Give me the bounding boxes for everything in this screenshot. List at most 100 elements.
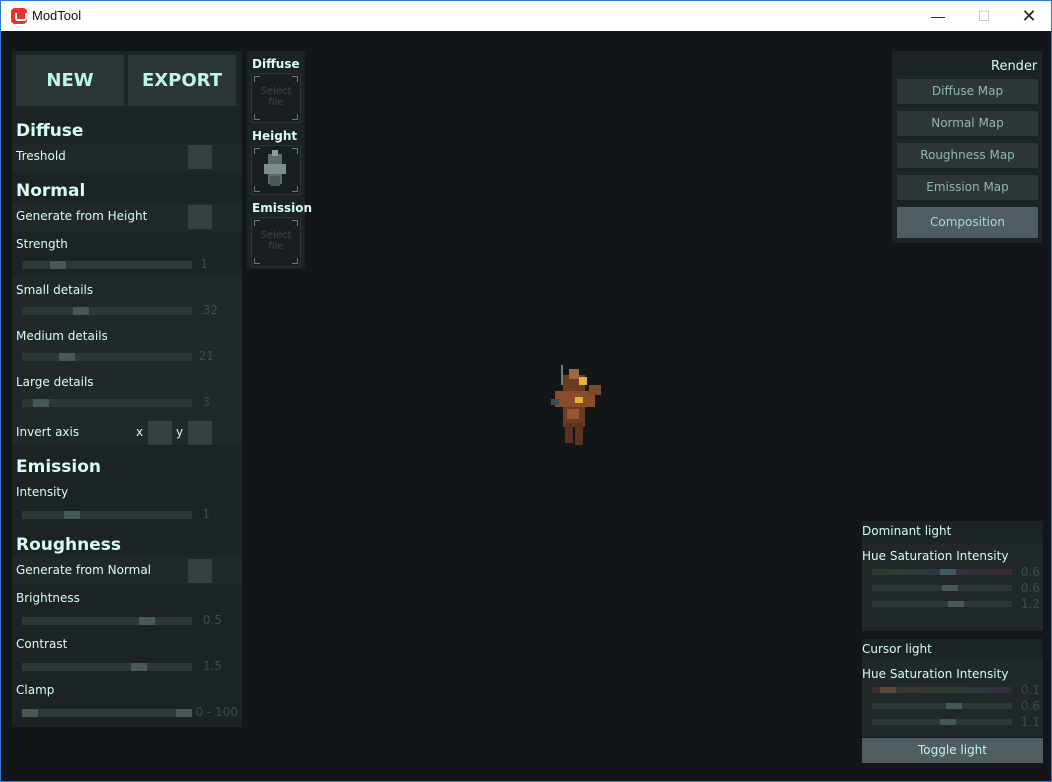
corner-mark — [292, 220, 298, 226]
corner-mark — [254, 186, 260, 192]
dominant-light-columns: Hue Saturation Intensity — [862, 549, 1009, 563]
clamp-low-thumb[interactable] — [22, 709, 38, 717]
maximize-button[interactable]: ☐ — [961, 1, 1007, 32]
dominant-saturation-value: 0.6 — [1020, 581, 1040, 595]
clamp-slider[interactable] — [22, 709, 192, 717]
contrast-label: Contrast — [16, 637, 68, 651]
medium-details-row: Medium details 21 — [12, 323, 242, 369]
clamp-high-thumb[interactable] — [176, 709, 192, 717]
emission-map-slot[interactable]: Select file — [251, 217, 301, 267]
dominant-hue-value: 0.6 — [1020, 565, 1040, 579]
cursor-light-title: Cursor light — [862, 642, 932, 656]
corner-mark — [292, 76, 298, 82]
small-details-slider-thumb[interactable] — [73, 307, 89, 315]
settings-panel: NEW EXPORT Diffuse Treshold Normal Gener… — [12, 51, 242, 727]
cursor-light-body: Hue Saturation Intensity 0.1 0.6 1.1 — [862, 661, 1043, 737]
brightness-slider-thumb[interactable] — [139, 617, 155, 625]
corner-mark — [254, 258, 260, 264]
clamp-label: Clamp — [16, 683, 55, 697]
large-details-slider[interactable] — [22, 399, 192, 407]
invert-y-label: y — [176, 425, 184, 439]
medium-details-label: Medium details — [16, 329, 108, 343]
minimize-button[interactable]: — — [915, 1, 961, 32]
toggle-light-button[interactable]: Toggle light — [862, 738, 1043, 763]
clamp-row: Clamp 0 - 100 — [12, 677, 242, 723]
emission-map-button[interactable]: Emission Map — [897, 175, 1038, 200]
emission-map-placeholder: Select file — [260, 230, 292, 252]
roughness-map-button[interactable]: Roughness Map — [897, 143, 1038, 168]
sprite-preview — [551, 365, 601, 445]
intensity-row: Intensity 1 — [12, 479, 242, 525]
cursor-intensity-slider[interactable] — [872, 719, 1012, 725]
cursor-light-panel: Cursor light Hue Saturation Intensity 0.… — [862, 639, 1043, 737]
medium-details-value: 21 — [198, 349, 214, 363]
cursor-hue-thumb[interactable] — [880, 687, 896, 693]
close-button[interactable]: ✕ — [1006, 1, 1052, 32]
cursor-saturation-thumb[interactable] — [946, 703, 962, 709]
dominant-hue-slider[interactable] — [872, 569, 1012, 575]
new-button[interactable]: NEW — [16, 55, 124, 106]
normal-map-button[interactable]: Normal Map — [897, 111, 1038, 136]
dominant-intensity-thumb[interactable] — [948, 601, 964, 607]
corner-mark — [292, 148, 298, 154]
generate-from-normal-label: Generate from Normal — [16, 563, 152, 577]
cursor-intensity-thumb[interactable] — [940, 719, 956, 725]
cursor-saturation-value: 0.6 — [1020, 699, 1040, 713]
dominant-saturation-slider[interactable] — [872, 585, 1012, 591]
large-details-label: Large details — [16, 375, 94, 389]
app-icon — [11, 8, 27, 24]
strength-slider[interactable] — [22, 261, 192, 269]
large-details-slider-thumb[interactable] — [33, 399, 49, 407]
corner-mark — [292, 186, 298, 192]
treshold-checkbox[interactable] — [188, 145, 212, 169]
height-map-label: Height — [252, 129, 298, 143]
generate-from-height-checkbox[interactable] — [188, 205, 212, 229]
strength-slider-thumb[interactable] — [50, 261, 66, 269]
cursor-hue-slider[interactable] — [872, 687, 1012, 693]
composition-button[interactable]: Composition — [897, 207, 1038, 238]
treshold-row: Treshold — [12, 143, 242, 171]
treshold-label: Treshold — [16, 149, 66, 163]
brightness-value: 0.5 — [202, 613, 222, 627]
invert-axis-label: Invert axis — [16, 425, 80, 439]
height-map-slot[interactable] — [251, 145, 301, 195]
corner-mark — [254, 76, 260, 82]
invert-y-checkbox[interactable] — [188, 421, 212, 445]
dominant-hue-thumb[interactable] — [940, 569, 956, 575]
intensity-slider-thumb[interactable] — [64, 511, 80, 519]
contrast-slider[interactable] — [22, 663, 192, 671]
render-title: Render — [991, 59, 1038, 74]
medium-details-slider[interactable] — [22, 353, 192, 361]
intensity-value: 1 — [202, 507, 210, 521]
export-button[interactable]: EXPORT — [128, 55, 236, 106]
medium-details-slider-thumb[interactable] — [59, 353, 75, 361]
dominant-saturation-thumb[interactable] — [942, 585, 958, 591]
corner-mark — [254, 148, 260, 154]
large-details-row: Large details 3 — [12, 369, 242, 415]
diffuse-map-placeholder: Select file — [260, 86, 292, 108]
strength-row: Strength 1 — [12, 231, 242, 277]
small-details-label: Small details — [16, 283, 94, 297]
brightness-slider[interactable] — [22, 617, 192, 625]
generate-from-height-label: Generate from Height — [16, 209, 148, 223]
render-viewport[interactable]: NEW EXPORT Diffuse Treshold Normal Gener… — [0, 31, 1052, 782]
small-details-value: 32 — [202, 303, 218, 317]
invert-x-label: x — [136, 425, 144, 439]
dominant-intensity-slider[interactable] — [872, 601, 1012, 607]
contrast-slider-thumb[interactable] — [131, 663, 147, 671]
small-details-slider[interactable] — [22, 307, 192, 315]
window-title: ModTool — [32, 8, 82, 23]
generate-from-height-row: Generate from Height — [12, 203, 242, 231]
small-details-row: Small details 32 — [12, 277, 242, 323]
cursor-saturation-slider[interactable] — [872, 703, 1012, 709]
intensity-slider[interactable] — [22, 511, 192, 519]
dominant-intensity-value: 1.2 — [1020, 597, 1040, 611]
invert-x-checkbox[interactable] — [148, 421, 172, 445]
diffuse-map-slot[interactable]: Select file — [251, 73, 301, 123]
diffuse-map-button[interactable]: Diffuse Map — [897, 79, 1038, 104]
generate-from-normal-row: Generate from Normal — [12, 557, 242, 585]
emission-map-label: Emission — [252, 201, 312, 215]
clamp-value: 0 - 100 — [195, 705, 239, 719]
invert-axis-row: Invert axis x y — [12, 415, 242, 445]
generate-from-normal-checkbox[interactable] — [188, 559, 212, 583]
